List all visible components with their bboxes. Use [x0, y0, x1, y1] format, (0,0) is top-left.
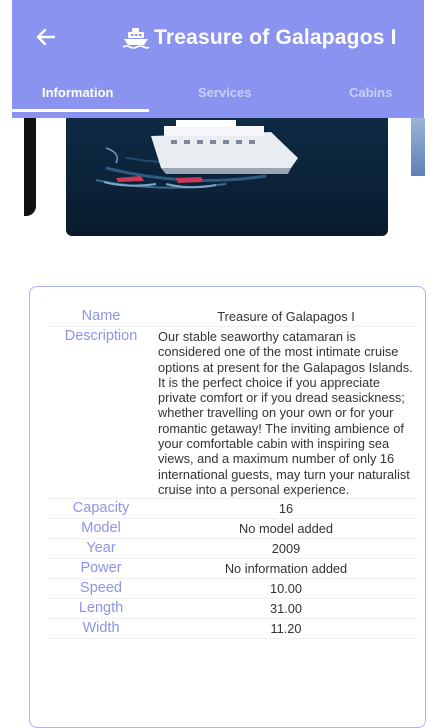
width-value: 11.20 — [154, 618, 418, 640]
table-row: Description Our stable seaworthy catamar… — [48, 326, 418, 500]
name-label: Name — [48, 307, 154, 327]
table-row: Length 31.00 — [48, 598, 418, 620]
page-title-group: Treasure of Galapagos I — [122, 22, 397, 54]
model-value: No model added — [154, 518, 418, 540]
width-label: Width — [48, 618, 154, 640]
speed-label: Speed — [48, 578, 154, 600]
tab-services[interactable]: Services — [198, 85, 252, 100]
length-value: 31.00 — [154, 598, 418, 620]
tab-cabins[interactable]: Cabins — [349, 85, 392, 100]
description-label: Description — [48, 326, 154, 500]
cruise-info-card: Name Treasure of Galapagos I Description… — [29, 286, 426, 728]
carousel-next-slide[interactable] — [411, 118, 425, 176]
table-row: Speed 10.00 — [48, 578, 418, 600]
description-value: Our stable seaworthy catamaran is consid… — [154, 326, 418, 500]
image-carousel[interactable] — [0, 118, 436, 243]
power-value: No information added — [154, 558, 418, 580]
year-label: Year — [48, 538, 154, 560]
power-label: Power — [48, 558, 154, 580]
length-label: Length — [48, 598, 154, 620]
table-row: Model No model added — [48, 518, 418, 540]
tab-information[interactable]: Information — [42, 85, 114, 100]
table-row: Capacity 16 — [48, 498, 418, 520]
carousel-current-slide[interactable] — [66, 118, 388, 236]
table-row: Name Treasure of Galapagos I — [48, 307, 418, 327]
table-row: Year 2009 — [48, 538, 418, 560]
page-title: Treasure of Galapagos I — [154, 26, 397, 49]
capacity-label: Capacity — [48, 498, 154, 520]
arrow-left-icon[interactable] — [34, 25, 58, 49]
model-label: Model — [48, 518, 154, 540]
table-row: Width 11.20 — [48, 618, 418, 640]
ship-icon — [122, 28, 150, 49]
table-row: Power No information added — [48, 558, 418, 580]
year-value: 2009 — [154, 538, 418, 560]
tab-indicator — [12, 109, 149, 112]
capacity-value: 16 — [154, 498, 418, 520]
name-value: Treasure of Galapagos I — [154, 307, 418, 327]
speed-value: 10.00 — [154, 578, 418, 600]
cruise-info-table: Name Treasure of Galapagos I Description… — [48, 307, 418, 640]
app-bar: Treasure of Galapagos I Information Serv… — [12, 0, 424, 118]
tab-bar: Information Services Cabins — [12, 78, 424, 112]
boat-photo — [95, 120, 298, 189]
carousel-prev-slide[interactable] — [24, 118, 36, 216]
